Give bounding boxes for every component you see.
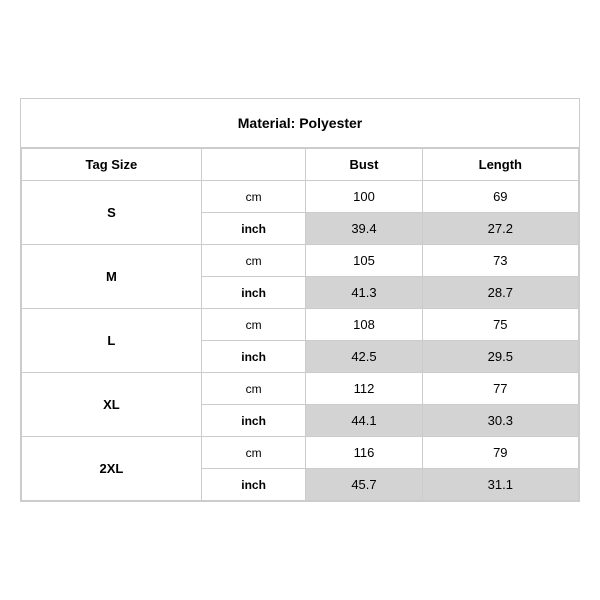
- unit-inch: inch: [201, 341, 306, 373]
- cm-bust: 100: [306, 181, 422, 213]
- size-tag: M: [22, 245, 202, 309]
- table-row: Lcm10875: [22, 309, 579, 341]
- cm-length: 79: [422, 437, 578, 469]
- unit-cm: cm: [201, 373, 306, 405]
- cm-length: 75: [422, 309, 578, 341]
- table-row: 2XLcm11679: [22, 437, 579, 469]
- unit-cm: cm: [201, 309, 306, 341]
- size-table: Tag Size Bust Length Scm10069inch39.427.…: [21, 148, 579, 501]
- unit-cm: cm: [201, 181, 306, 213]
- header-tag-size: Tag Size: [22, 149, 202, 181]
- size-tag: XL: [22, 373, 202, 437]
- table-row: XLcm11277: [22, 373, 579, 405]
- unit-inch: inch: [201, 277, 306, 309]
- cm-bust: 112: [306, 373, 422, 405]
- size-tag: 2XL: [22, 437, 202, 501]
- size-tag: S: [22, 181, 202, 245]
- inch-length: 31.1: [422, 469, 578, 501]
- cm-length: 77: [422, 373, 578, 405]
- inch-bust: 45.7: [306, 469, 422, 501]
- unit-inch: inch: [201, 405, 306, 437]
- size-chart: Material: Polyester Tag Size Bust Length…: [20, 98, 580, 502]
- unit-cm: cm: [201, 245, 306, 277]
- table-row: Scm10069: [22, 181, 579, 213]
- cm-length: 73: [422, 245, 578, 277]
- header-unit: [201, 149, 306, 181]
- inch-length: 30.3: [422, 405, 578, 437]
- inch-length: 27.2: [422, 213, 578, 245]
- chart-title: Material: Polyester: [21, 99, 579, 148]
- inch-bust: 44.1: [306, 405, 422, 437]
- cm-length: 69: [422, 181, 578, 213]
- inch-bust: 42.5: [306, 341, 422, 373]
- cm-bust: 105: [306, 245, 422, 277]
- header-bust: Bust: [306, 149, 422, 181]
- inch-length: 28.7: [422, 277, 578, 309]
- unit-inch: inch: [201, 469, 306, 501]
- unit-cm: cm: [201, 437, 306, 469]
- unit-inch: inch: [201, 213, 306, 245]
- cm-bust: 116: [306, 437, 422, 469]
- inch-length: 29.5: [422, 341, 578, 373]
- cm-bust: 108: [306, 309, 422, 341]
- size-tag: L: [22, 309, 202, 373]
- inch-bust: 41.3: [306, 277, 422, 309]
- header-length: Length: [422, 149, 578, 181]
- table-row: Mcm10573: [22, 245, 579, 277]
- inch-bust: 39.4: [306, 213, 422, 245]
